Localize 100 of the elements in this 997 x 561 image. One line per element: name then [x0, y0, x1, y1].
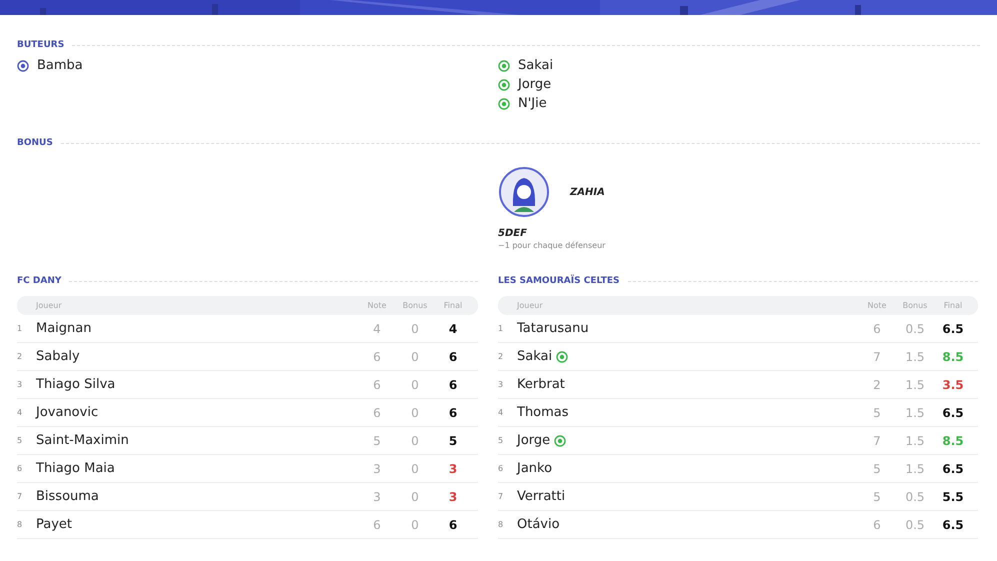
row-number: 5 — [498, 436, 504, 445]
table-cell-text: 6 — [448, 518, 458, 532]
table-cell-text: 5 — [448, 434, 458, 448]
player-name: Verratti — [517, 489, 566, 504]
table-cell-text: 1.5 — [904, 406, 926, 420]
table-cell-text: 4 — [372, 322, 382, 336]
column-header: Note — [866, 301, 888, 310]
row-number: 1 — [498, 324, 504, 333]
player-name: Saint-Maximin — [36, 433, 129, 448]
section-title: BUTEURS — [17, 40, 64, 50]
table-cell-text: 1.5 — [904, 378, 926, 392]
row-number: 4 — [17, 408, 24, 417]
table-cell-text: 1.5 — [904, 350, 926, 364]
section-title: LES SAMOURAÏS CELTES — [498, 276, 620, 286]
column-header: Final — [442, 301, 464, 310]
table-cell-text: 4 — [448, 322, 458, 336]
table-cell-text: 0 — [410, 518, 420, 532]
table-cell-text: 6.5 — [941, 406, 965, 420]
table-cell-text: 8.5 — [941, 434, 965, 448]
table-cell-text: 6 — [448, 406, 458, 420]
player-name: Otávio — [517, 517, 560, 532]
player-name: Janko — [517, 461, 552, 476]
table-cell-text: 0 — [410, 462, 420, 476]
table-cell-text: 0.5 — [904, 518, 926, 532]
scorer-name: N'Jie — [518, 96, 547, 111]
column-header: Note — [366, 301, 388, 310]
table-cell-text: 0 — [410, 406, 420, 420]
player-name: Thomas — [517, 405, 569, 420]
column-header: Final — [942, 301, 964, 310]
table-cell-text: 3 — [372, 462, 382, 476]
row-number: 7 — [17, 492, 24, 501]
row-number: 7 — [498, 492, 504, 501]
player-name: Thiago Maia — [36, 461, 115, 476]
player-name: Payet — [36, 517, 72, 532]
row-number: 3 — [17, 380, 24, 389]
scorer-name: Jorge — [518, 77, 552, 92]
section-title: FC DANY — [17, 276, 62, 286]
table-cell-text: 5 — [872, 490, 882, 504]
column-header: Joueur — [517, 301, 544, 310]
table-cell-text: 7 — [872, 434, 882, 448]
table-cell-text: 6 — [372, 406, 382, 420]
player-name: Maignan — [36, 321, 92, 336]
table-cell-text: 0 — [410, 434, 420, 448]
row-number: 8 — [17, 520, 24, 529]
column-header: Joueur — [36, 301, 63, 310]
table-cell-text: 3 — [448, 490, 458, 504]
table-cell-text: 1.5 — [904, 462, 926, 476]
table-cell-text: 5 — [872, 406, 882, 420]
scorer-name: Sakai — [518, 58, 554, 73]
player-name: Kerbrat — [517, 377, 565, 392]
section-title: BONUS — [17, 138, 53, 148]
table-cell-text: 3.5 — [941, 378, 965, 392]
bonus-description: −1 pour chaque défenseur — [498, 241, 606, 250]
table-cell-text: 5 — [372, 434, 382, 448]
player-name: Bissouma — [36, 489, 99, 504]
avatar-icon — [498, 166, 550, 218]
table-cell-text: 6 — [372, 350, 382, 364]
player-name: Tatarusanu — [517, 321, 589, 336]
table-cell-text: 1.5 — [904, 434, 926, 448]
table-cell-text: 6 — [448, 378, 458, 392]
player-name: Sabaly — [36, 349, 80, 364]
table-cell-text: 0 — [410, 322, 420, 336]
table-cell-text: 6 — [448, 350, 458, 364]
table-cell-text: 0.5 — [904, 322, 926, 336]
table-cell-text: 6.5 — [941, 322, 965, 336]
row-number: 8 — [498, 520, 504, 529]
table-cell-text: 7 — [872, 350, 882, 364]
table-cell-text: 2 — [872, 378, 882, 392]
row-number: 5 — [17, 436, 24, 445]
row-number: 6 — [17, 464, 24, 473]
column-header: Bonus — [402, 301, 428, 310]
row-number: 2 — [17, 352, 24, 361]
table-cell-text: 5 — [872, 462, 882, 476]
table-cell-text: 0 — [410, 350, 420, 364]
row-number: 1 — [17, 324, 24, 333]
table-cell-text: 3 — [448, 462, 458, 476]
player-name: Sakai — [517, 349, 552, 364]
player-name: Thiago Silva — [36, 377, 116, 392]
table-cell-text: 6 — [372, 518, 382, 532]
table-cell-text: 8.5 — [941, 350, 965, 364]
player-name: Jorge — [517, 433, 550, 448]
table-cell-text: 6.5 — [941, 518, 965, 532]
table-cell-text: 0 — [410, 490, 420, 504]
bonus-code: 5DEF — [498, 228, 528, 239]
row-number: 2 — [498, 352, 504, 361]
table-cell-text: 5.5 — [941, 490, 965, 504]
table-cell-text: 0 — [410, 378, 420, 392]
table-cell-text: 6 — [872, 322, 882, 336]
table-cell-text: 6 — [872, 518, 882, 532]
row-number: 3 — [498, 380, 504, 389]
column-header: Bonus — [902, 301, 928, 310]
table-cell-text: 6 — [372, 378, 382, 392]
table-cell-text: 0.5 — [904, 490, 926, 504]
row-number: 4 — [498, 408, 504, 417]
scorer-name: Bamba — [37, 58, 83, 73]
row-number: 6 — [498, 464, 504, 473]
table-cell-text: 6.5 — [941, 462, 965, 476]
player-name: Jovanovic — [36, 405, 98, 420]
table-cell-text: 3 — [372, 490, 382, 504]
bonus-player-name: ZAHIA — [570, 186, 605, 198]
